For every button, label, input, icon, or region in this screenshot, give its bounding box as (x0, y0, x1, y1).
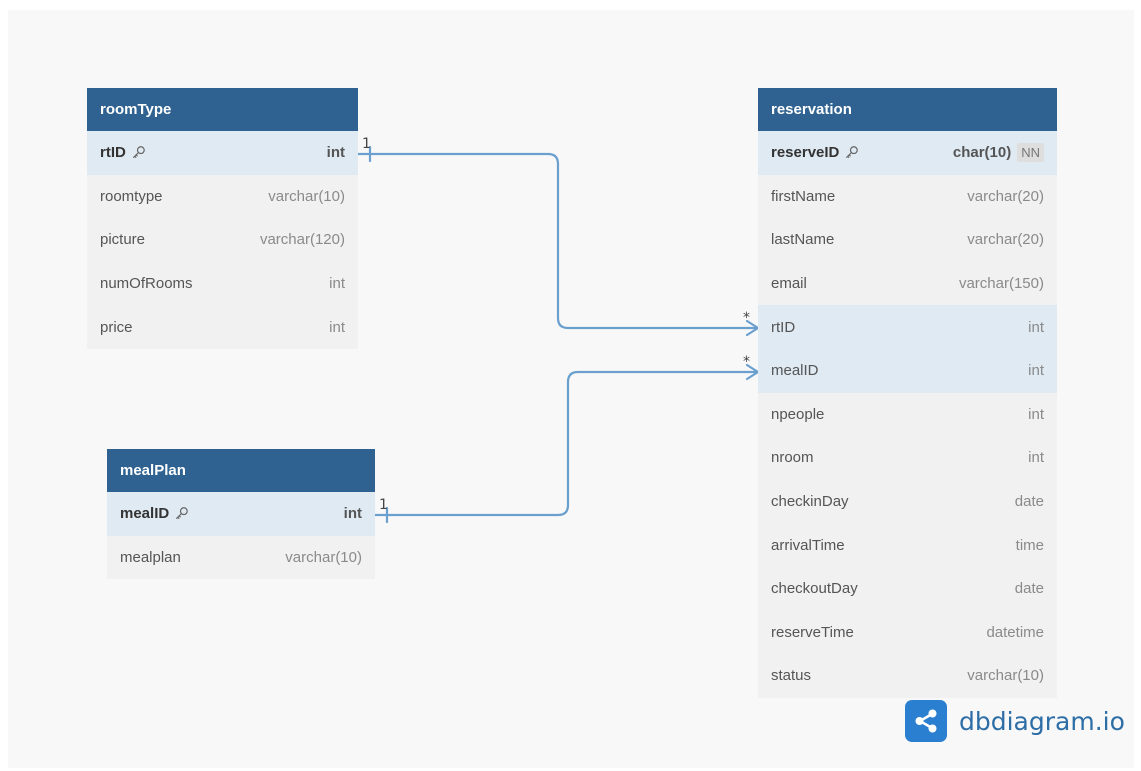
field-row[interactable]: mealplan varchar(10) (107, 536, 375, 580)
field-name: lastName (771, 231, 835, 249)
field-type: int (1028, 318, 1044, 336)
brand[interactable]: dbdiagram.io (905, 700, 1125, 742)
field-name: price (100, 318, 133, 336)
field-name: roomtype (100, 187, 163, 205)
table-reservation[interactable]: reservation reserveID char(10) NN firstNa… (758, 88, 1057, 698)
field-type: date (1014, 580, 1044, 598)
field-row[interactable]: reserveTime datetime (758, 611, 1057, 655)
field-name: firstName (771, 187, 836, 205)
brand-name: dbdiagram.io (959, 706, 1125, 736)
table-roomtype[interactable]: roomType rtID int roomtype varchar(10) pi… (87, 88, 358, 349)
table-mealplan[interactable]: mealPlan mealID int mealplan varchar(10) (107, 449, 375, 580)
field-row[interactable]: email varchar(150) (758, 262, 1057, 306)
field-type: varchar(120) (259, 231, 345, 249)
field-row[interactable]: mealID int (758, 348, 1057, 393)
field-name: picture (100, 231, 146, 249)
field-type: int (329, 318, 345, 336)
field-type: datetime (986, 623, 1044, 641)
key-icon (844, 145, 859, 160)
field-name: rtID (100, 144, 126, 162)
field-row[interactable]: status varchar(10) (758, 654, 1057, 698)
field-type: varchar(10) (967, 667, 1044, 685)
field-row[interactable]: reserveID char(10) NN (758, 131, 1057, 175)
field-name: rtID (771, 318, 796, 336)
field-name: checkoutDay (771, 580, 858, 598)
field-type: date (1014, 493, 1044, 511)
field-type: int (1028, 449, 1044, 467)
field-name: mealplan (120, 548, 181, 566)
field-row[interactable]: firstName varchar(20) (758, 175, 1057, 219)
field-row[interactable]: arrivalTime time (758, 523, 1057, 567)
field-name: status (771, 667, 812, 685)
field-row[interactable]: rtID int (87, 131, 358, 175)
field-type: varchar(20) (967, 231, 1044, 249)
field-row[interactable]: picture varchar(120) (87, 218, 358, 262)
field-name: mealID (771, 362, 819, 380)
not-null-badge: NN (1017, 143, 1044, 163)
field-row[interactable]: checkoutDay date (758, 567, 1057, 611)
key-icon (174, 506, 189, 521)
field-name: mealID (120, 505, 170, 523)
field-name: email (771, 275, 807, 293)
field-row[interactable]: nroom int (758, 436, 1057, 480)
field-row[interactable]: checkinDay date (758, 480, 1057, 524)
field-type: varchar(10) (268, 187, 345, 205)
table-header[interactable]: mealPlan (107, 449, 375, 492)
field-type: varchar(10) (285, 548, 362, 566)
field-row[interactable]: lastName varchar(20) (758, 218, 1057, 262)
field-type: int (326, 144, 345, 162)
field-type: time (1015, 536, 1044, 554)
field-name: reserveTime (771, 623, 854, 641)
field-type: varchar(20) (967, 187, 1044, 205)
share-icon (905, 700, 947, 742)
field-row[interactable]: numOfRooms int (87, 262, 358, 306)
field-name: arrivalTime (771, 536, 845, 554)
field-name: reserveID (771, 144, 840, 162)
field-type: int (343, 505, 362, 523)
field-row[interactable]: price int (87, 305, 358, 349)
field-name: nroom (771, 449, 814, 467)
field-row[interactable]: mealID int (107, 492, 375, 536)
field-type: int (1028, 405, 1044, 423)
field-row[interactable]: roomtype varchar(10) (87, 175, 358, 219)
field-type: int (329, 275, 345, 293)
field-name: npeople (771, 405, 825, 423)
field-name: numOfRooms (100, 275, 193, 293)
field-row[interactable]: npeople int (758, 393, 1057, 437)
field-row[interactable]: rtID int (758, 305, 1057, 349)
key-icon (131, 145, 146, 160)
table-header[interactable]: roomType (87, 88, 358, 131)
field-name: checkinDay (771, 493, 849, 511)
field-type: varchar(150) (958, 275, 1044, 293)
field-type: int (1028, 362, 1044, 380)
table-header[interactable]: reservation (758, 88, 1057, 131)
field-type: char(10) (952, 144, 1012, 162)
